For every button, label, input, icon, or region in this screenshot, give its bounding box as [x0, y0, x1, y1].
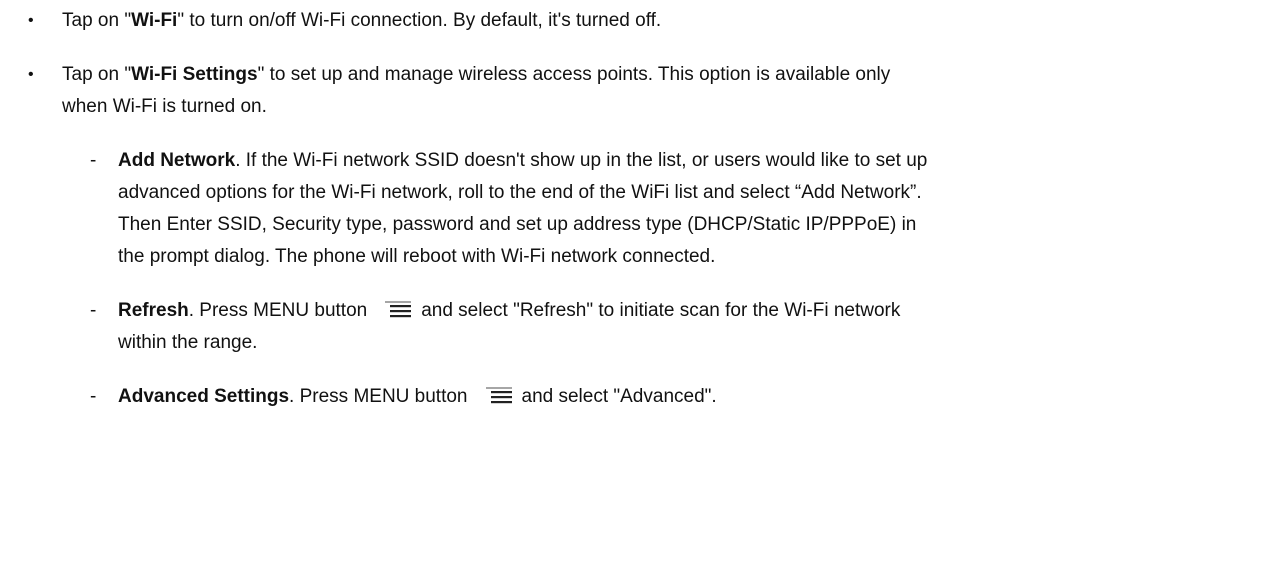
sub-item-dash: -	[90, 386, 97, 407]
bullet-wifi-settings-line-2: when Wi-Fi is turned on.	[62, 96, 267, 117]
menu-icon	[383, 300, 413, 318]
bullet-marker: •	[28, 12, 34, 29]
advanced-settings-line: Advanced Settings. Press MENU button and …	[118, 386, 717, 407]
menu-icon	[484, 386, 514, 404]
add-network-line-4: the prompt dialog. The phone will reboot…	[118, 246, 716, 267]
add-network-line-2: advanced options for the Wi-Fi network, …	[118, 182, 922, 203]
refresh-term: Refresh	[118, 300, 189, 321]
wifi-term: Wi-Fi	[131, 10, 178, 31]
sub-item-dash: -	[90, 150, 97, 171]
advanced-settings-term: Advanced Settings	[118, 386, 290, 407]
add-network-line-3: Then Enter SSID, Security type, password…	[118, 214, 917, 235]
add-network-line-1: Add Network. If the Wi-Fi network SSID d…	[118, 150, 928, 171]
sub-item-dash: -	[90, 300, 97, 321]
bullet-wifi-settings-text: Tap on "Wi-Fi Settings" to set up and ma…	[62, 64, 891, 85]
add-network-term: Add Network	[118, 150, 236, 171]
bullet-wifi-text: Tap on "Wi-Fi" to turn on/off Wi-Fi conn…	[62, 10, 662, 31]
bullet-marker: •	[28, 66, 34, 83]
refresh-line-2: within the range.	[118, 332, 258, 353]
refresh-line-1: Refresh. Press MENU button and select "Re…	[118, 300, 901, 321]
wifi-settings-term: Wi-Fi Settings	[131, 64, 258, 85]
